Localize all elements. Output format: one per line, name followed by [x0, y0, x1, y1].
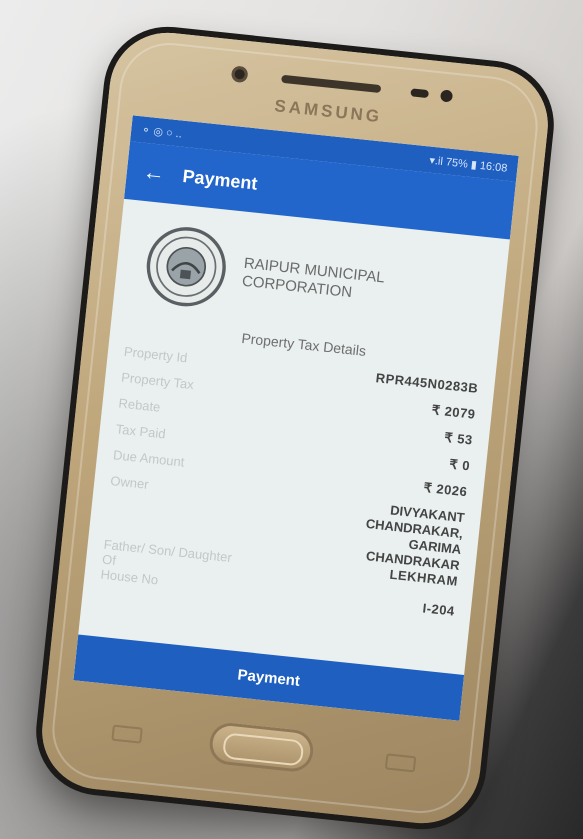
status-indicators: ▾.il 75% ▮ 16:08 — [428, 154, 508, 175]
municipal-seal-icon — [146, 227, 226, 307]
phone-screen: ⚬ ◎ ○ .. ▾.il 75% ▮ 16:08 ← Payment RAIP — [73, 115, 519, 721]
recent-apps-key[interactable] — [384, 753, 417, 773]
payment-content: RAIPUR MUNICIPAL CORPORATION Property Ta… — [83, 199, 510, 631]
detail-value: I-204 — [421, 600, 456, 619]
detail-value: ₹ 2079 — [431, 402, 477, 422]
status-notifications: ⚬ ◎ ○ .. — [140, 123, 183, 141]
detail-label: Property Id — [123, 343, 189, 366]
arrow-left-icon[interactable]: ← — [142, 159, 184, 189]
detail-value: RPR445N0283B — [375, 370, 479, 396]
detail-value: ₹ 2026 — [422, 479, 469, 500]
page-title: Payment — [181, 165, 259, 194]
home-button-ring — [222, 732, 305, 767]
organization-header: RAIPUR MUNICIPAL CORPORATION — [129, 218, 492, 341]
organization-name: RAIPUR MUNICIPAL CORPORATION — [241, 254, 385, 302]
back-key[interactable] — [111, 724, 143, 744]
phone-body: SAMSUNG ⚬ ◎ ○ .. ▾.il 75% ▮ 16:08 ← Paym… — [36, 27, 554, 829]
detail-value: ₹ 53 — [443, 429, 474, 448]
photo-scene: SAMSUNG ⚬ ◎ ○ .. ▾.il 75% ▮ 16:08 ← Paym… — [0, 0, 583, 839]
detail-value: ₹ 0 — [448, 456, 471, 474]
